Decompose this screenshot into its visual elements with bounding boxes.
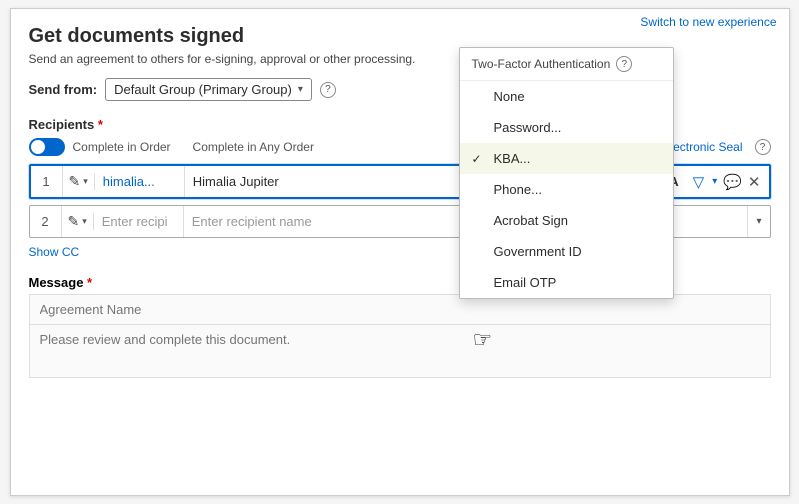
main-panel: Switch to new experience Get documents s… [10,8,790,496]
toggle-knob [31,140,45,154]
required-star: * [94,117,103,132]
auth-dropdown-chevron[interactable]: ▾ [712,176,717,187]
send-from-label: Send from: [29,82,98,97]
recipient-row-1-actions: ▽ ▾ 💬 ✕ [685,173,769,191]
complete-any-order-label: Complete in Any Order [193,140,314,154]
dropdown-header: Two-Factor Authentication ? [460,48,673,81]
recipient-row-2-email[interactable]: Enter recipi [94,206,184,237]
complete-in-order-label: Complete in Order [73,140,171,154]
send-from-help-icon[interactable]: ? [320,82,336,98]
send-from-value: Default Group (Primary Group) [114,82,292,97]
recipient-row-2-num: 2 [30,206,62,237]
recipients-help-icon[interactable]: ? [755,139,771,155]
dropdown-help-icon[interactable]: ? [616,56,632,72]
dropdown-item-phone[interactable]: Phone... [460,174,673,205]
filter-icon-1[interactable]: ▽ [693,173,705,191]
row2-chevron: ▾ [748,216,769,227]
recipient-row-2-role[interactable]: ✎ ▾ [62,213,94,230]
switch-to-new-experience-link[interactable]: Switch to new experience [640,15,776,29]
show-cc-link[interactable]: Show CC [29,245,80,259]
dropdown-item-government-id[interactable]: Government ID [460,236,673,267]
role-chevron-1: ▾ [83,176,88,187]
recipient-row-1-role[interactable]: ✎ ▾ [63,173,95,190]
dropdown-item-none[interactable]: None [460,81,673,112]
close-icon-1[interactable]: ✕ [748,173,761,191]
recipient-row-1-email[interactable]: himalia... [95,166,185,197]
dropdown-item-password[interactable]: Password... [460,112,673,143]
dropdown-item-email-otp[interactable]: Email OTP [460,267,673,298]
pen-icon-1: ✎ [69,173,81,190]
complete-in-order-toggle[interactable] [29,138,65,156]
message-textarea[interactable] [29,324,771,378]
checkmark-kba: ✓ [472,152,486,166]
role-chevron-2: ▾ [82,216,87,227]
recipient-row-1-num: 1 [31,166,63,197]
chat-icon-1[interactable]: 💬 [723,173,742,191]
send-from-arrow-icon: ▾ [298,84,303,95]
pen-icon-2: ✎ [68,213,80,230]
dropdown-item-kba[interactable]: ✓ KBA... [460,143,673,174]
dropdown-item-acrobat-sign[interactable]: Acrobat Sign [460,205,673,236]
send-from-select[interactable]: Default Group (Primary Group) ▾ [105,78,312,101]
auth-dropdown-menu: Two-Factor Authentication ? None Passwor… [459,47,674,299]
